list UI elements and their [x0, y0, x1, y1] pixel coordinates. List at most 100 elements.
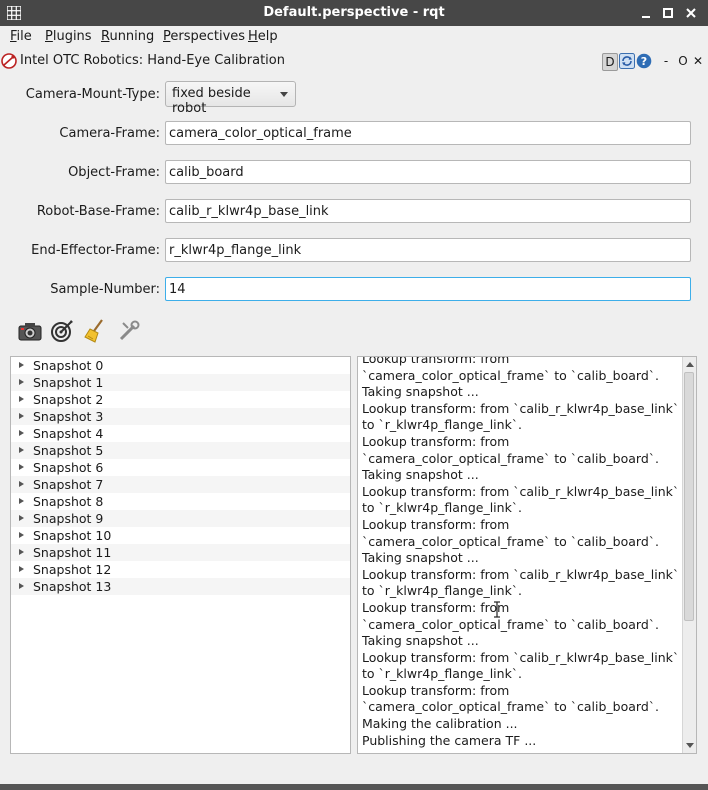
- camera-frame-label: Camera-Frame:: [59, 126, 160, 141]
- help-icon: ?: [636, 53, 652, 69]
- calibrate-button[interactable]: [49, 318, 75, 344]
- end-effector-frame-input[interactable]: [165, 238, 691, 262]
- tree-item[interactable]: Snapshot 8: [11, 493, 350, 510]
- menu-running[interactable]: Running: [101, 29, 154, 44]
- status-strip: [0, 784, 708, 790]
- expand-arrow-icon[interactable]: [19, 566, 24, 572]
- tree-item-label: Snapshot 12: [33, 562, 112, 577]
- close-plugin-button[interactable]: ✕: [692, 53, 704, 69]
- expand-arrow-icon[interactable]: [19, 464, 24, 470]
- maximize-button[interactable]: [659, 4, 677, 22]
- tree-item-label: Snapshot 13: [33, 579, 112, 594]
- expand-arrow-icon[interactable]: [19, 515, 24, 521]
- log-line: Taking snapshot ...: [362, 467, 479, 483]
- sample-number-input[interactable]: [165, 277, 691, 301]
- log-line: Lookup transform: from `camera_color_opt…: [362, 599, 659, 632]
- tree-item-label: Snapshot 4: [33, 426, 104, 441]
- expand-arrow-icon[interactable]: [19, 379, 24, 385]
- tree-item[interactable]: Snapshot 13: [11, 578, 350, 595]
- tree-item-label: Snapshot 3: [33, 409, 104, 424]
- object-frame-input[interactable]: [165, 160, 691, 184]
- window-titlebar: Default.perspective - rqt: [0, 0, 708, 26]
- tree-item-label: Snapshot 7: [33, 477, 104, 492]
- float-plugin-button[interactable]: O: [677, 53, 689, 69]
- mount-type-combo[interactable]: fixed beside robot: [165, 81, 296, 116]
- menu-perspectives[interactable]: Perspectives: [163, 29, 245, 44]
- plugin-header: Intel OTC Robotics: Hand-Eye Calibration…: [0, 50, 708, 72]
- robot-base-frame-input[interactable]: [165, 199, 691, 223]
- take-snapshot-button[interactable]: [17, 318, 43, 344]
- log-output[interactable]: Lookup transform: from `camera_color_opt…: [357, 356, 697, 754]
- minimize-icon: [642, 16, 650, 18]
- tree-item-label: Snapshot 11: [33, 545, 112, 560]
- scroll-thumb[interactable]: [684, 372, 694, 621]
- expand-arrow-icon[interactable]: [19, 583, 24, 589]
- maximize-icon: [663, 8, 673, 18]
- log-line: Making the calibration ...: [362, 716, 518, 732]
- tree-item[interactable]: Snapshot 9: [11, 510, 350, 527]
- sample-number-label: Sample-Number:: [50, 282, 160, 297]
- expand-arrow-icon[interactable]: [19, 447, 24, 453]
- camera-frame-input[interactable]: [165, 121, 691, 145]
- log-line: Lookup transform: from `camera_color_opt…: [362, 682, 659, 715]
- expand-arrow-icon[interactable]: [19, 362, 24, 368]
- log-line: Lookup transform: from `calib_r_klwr4p_b…: [362, 483, 680, 516]
- help-button[interactable]: ?: [636, 53, 652, 69]
- mount-type-label: Camera-Mount-Type:: [25, 87, 160, 102]
- scroll-down-icon[interactable]: [686, 743, 694, 748]
- tree-item[interactable]: Snapshot 10: [11, 527, 350, 544]
- tree-item[interactable]: Snapshot 2: [11, 391, 350, 408]
- log-line: Lookup transform: from `camera_color_opt…: [362, 516, 659, 549]
- menu-help[interactable]: Help: [248, 29, 278, 44]
- tree-item-label: Snapshot 10: [33, 528, 112, 543]
- tree-item[interactable]: Snapshot 12: [11, 561, 350, 578]
- expand-arrow-icon[interactable]: [19, 413, 24, 419]
- snapshot-tree[interactable]: Snapshot 0 Snapshot 1 Snapshot 2 Snapshot 3…: [10, 356, 351, 754]
- log-line: Publishing the camera TF ...: [362, 732, 537, 748]
- log-line: Lookup transform: from `calib_r_klwr4p_b…: [362, 649, 680, 682]
- minimize-button[interactable]: [637, 4, 655, 22]
- log-line: Lookup transform: from `camera_color_opt…: [362, 433, 659, 466]
- tree-item[interactable]: Snapshot 1: [11, 374, 350, 391]
- minimize-plugin-button[interactable]: -: [661, 53, 671, 69]
- reload-button[interactable]: [619, 53, 635, 69]
- target-icon: [51, 320, 73, 342]
- log-scrollbar[interactable]: [682, 357, 696, 753]
- expand-arrow-icon[interactable]: [19, 481, 24, 487]
- tree-item-label: Snapshot 8: [33, 494, 104, 509]
- tree-item[interactable]: Snapshot 4: [11, 425, 350, 442]
- tree-item-label: Snapshot 9: [33, 511, 104, 526]
- scroll-up-icon[interactable]: [686, 362, 694, 367]
- tree-item[interactable]: Snapshot 3: [11, 408, 350, 425]
- expand-arrow-icon[interactable]: [19, 532, 24, 538]
- log-line: Lookup transform: from `calib_r_klwr4p_b…: [362, 400, 680, 433]
- expand-arrow-icon[interactable]: [19, 498, 24, 504]
- log-line: Lookup transform: from `calib_r_klwr4p_b…: [362, 566, 680, 599]
- camera-icon: [18, 323, 42, 341]
- text-cursor-icon: [494, 601, 500, 618]
- expand-arrow-icon[interactable]: [19, 430, 24, 436]
- tree-item-label: Snapshot 1: [33, 375, 104, 390]
- dock-button[interactable]: D: [602, 53, 618, 71]
- mount-type-value: fixed beside robot: [172, 86, 251, 116]
- settings-tool-button[interactable]: [116, 318, 142, 344]
- tree-item[interactable]: Snapshot 0: [11, 357, 350, 374]
- svg-text:?: ?: [641, 55, 647, 68]
- expand-arrow-icon[interactable]: [19, 396, 24, 402]
- tree-item[interactable]: Snapshot 6: [11, 459, 350, 476]
- tree-item[interactable]: Snapshot 7: [11, 476, 350, 493]
- end-effector-frame-label: End-Effector-Frame:: [31, 243, 160, 258]
- menu-plugins[interactable]: Plugins: [45, 29, 92, 44]
- tree-item[interactable]: Snapshot 5: [11, 442, 350, 459]
- robot-base-frame-label: Robot-Base-Frame:: [36, 204, 160, 219]
- expand-arrow-icon[interactable]: [19, 549, 24, 555]
- tree-item[interactable]: Snapshot 11: [11, 544, 350, 561]
- window-title: Default.perspective - rqt: [263, 5, 445, 20]
- chevron-down-icon: [280, 92, 288, 97]
- close-icon: [686, 8, 696, 18]
- clear-button[interactable]: [82, 318, 108, 344]
- object-frame-label: Object-Frame:: [68, 165, 160, 180]
- broom-icon: [84, 319, 103, 343]
- menu-file[interactable]: File: [10, 29, 32, 44]
- close-window-button[interactable]: [682, 4, 700, 22]
